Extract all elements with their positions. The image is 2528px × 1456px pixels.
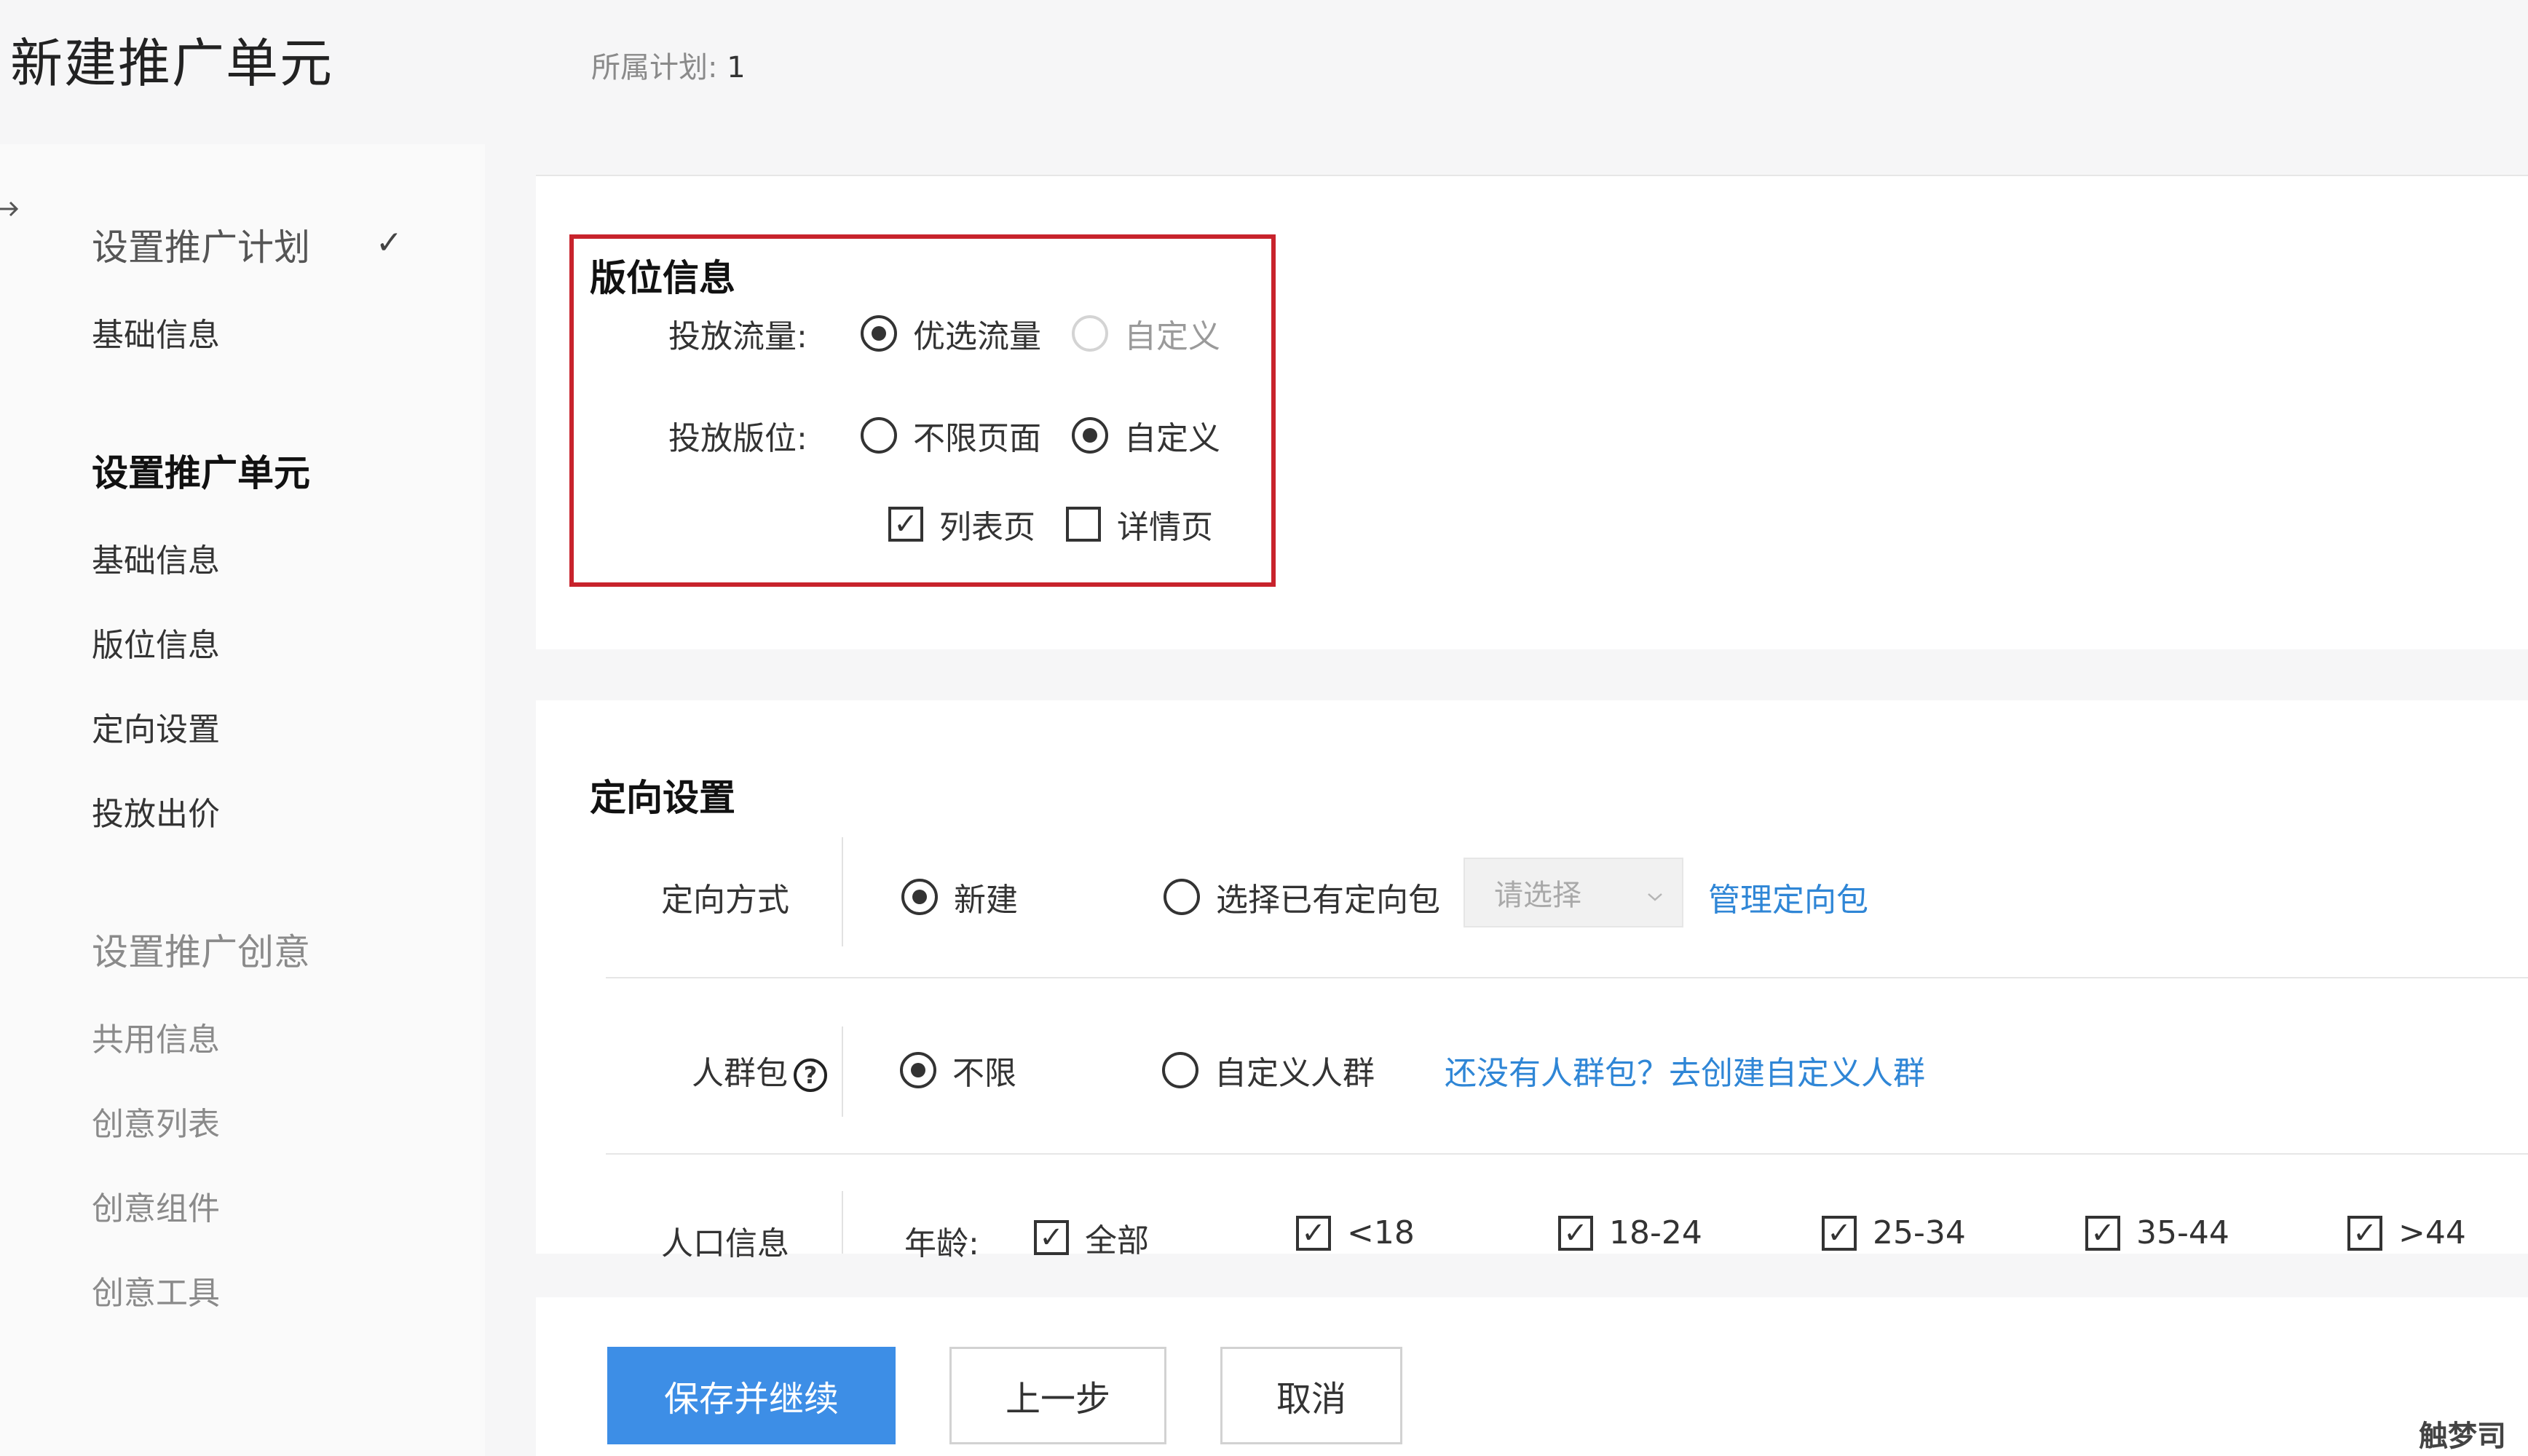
age-checkbox-under-18[interactable]: ✓ <18 — [1296, 1214, 1415, 1251]
checkbox-label: >44 — [2398, 1214, 2466, 1251]
divider — [606, 977, 2528, 978]
radio-icon[interactable] — [861, 417, 897, 454]
checkbox-label: 18-24 — [1609, 1214, 1702, 1251]
plan-info: 所属计划: 1 — [591, 44, 746, 86]
age-checkbox-18-24[interactable]: ✓ 18-24 — [1558, 1214, 1702, 1251]
arrow-right-icon — [0, 197, 19, 226]
radio-icon[interactable] — [1072, 315, 1108, 352]
traffic-label: 投放流量: — [668, 318, 807, 355]
sidebar-item-unit-basic-info[interactable]: 基础信息 — [92, 534, 220, 581]
checkbox-label: 25-34 — [1873, 1214, 1966, 1251]
page-checkbox-list[interactable]: ✓ 列表页 — [888, 501, 1035, 547]
checkbox-label: 列表页 — [939, 509, 1035, 546]
sidebar-step-plan[interactable]: 设置推广计划 — [92, 218, 310, 271]
sidebar-step-creative[interactable]: 设置推广创意 — [92, 923, 310, 976]
create-audience-link[interactable]: 还没有人群包？去创建自定义人群 — [1445, 1047, 1925, 1093]
previous-step-button[interactable]: 上一步 — [949, 1347, 1166, 1444]
option-label: 选择已有定向包 — [1216, 882, 1440, 919]
sidebar-item-bidding[interactable]: 投放出价 — [92, 788, 220, 834]
audience-label: 人群包 — [692, 1055, 788, 1092]
plan-label: 所属计划: — [591, 51, 718, 84]
targeting-method-label: 定向方式 — [661, 882, 789, 919]
option-label: 优选流量 — [913, 318, 1041, 355]
targeting-option-existing[interactable]: 选择已有定向包 — [1164, 874, 1440, 920]
check-icon: ✓ — [376, 224, 403, 261]
divider — [842, 1191, 843, 1254]
divider — [842, 1026, 843, 1117]
sidebar-step-unit[interactable]: 设置推广单元 — [92, 444, 310, 496]
step-sidebar: 设置推广计划 ✓ 基础信息 设置推广单元 基础信息 版位信息 定向设置 投放出价… — [0, 144, 485, 1456]
checkbox-checked-icon[interactable]: ✓ — [1822, 1215, 1857, 1251]
checkbox-checked-icon[interactable]: ✓ — [1296, 1215, 1331, 1251]
sidebar-item-creative-tools[interactable]: 创意工具 — [92, 1267, 220, 1313]
sidebar-item-plan-basic-info[interactable]: 基础信息 — [92, 309, 220, 355]
checkbox-checked-icon[interactable]: ✓ — [2085, 1215, 2120, 1251]
radio-icon[interactable] — [861, 315, 897, 352]
sidebar-item-shared-info[interactable]: 共用信息 — [92, 1013, 220, 1060]
audience-option-custom[interactable]: 自定义人群 — [1162, 1047, 1375, 1093]
age-checkbox-all[interactable]: ✓ 全部 — [1034, 1214, 1149, 1261]
position-option-unlimited[interactable]: 不限页面 — [861, 412, 1041, 459]
chevron-down-icon — [1647, 876, 1663, 909]
audience-label-group: 人群包? — [692, 1047, 827, 1093]
checkbox-label: 详情页 — [1117, 509, 1213, 546]
option-label: 自定义 — [1124, 420, 1220, 457]
targeting-option-new[interactable]: 新建 — [901, 874, 1018, 920]
checkbox-icon[interactable] — [1066, 507, 1101, 542]
position-label: 投放版位: — [668, 420, 807, 457]
select-placeholder: 请选择 — [1494, 879, 1581, 912]
age-checkbox-35-44[interactable]: ✓ 35-44 — [2085, 1214, 2229, 1251]
page-title: 新建推广单元 — [10, 33, 334, 94]
save-continue-button[interactable]: 保存并继续 — [607, 1347, 896, 1444]
question-circle-icon[interactable]: ? — [794, 1059, 827, 1092]
placement-title: 版位信息 — [590, 257, 735, 299]
radio-icon[interactable] — [901, 879, 938, 915]
cancel-button[interactable]: 取消 — [1220, 1347, 1402, 1444]
age-checkbox-over-44[interactable]: ✓ >44 — [2347, 1214, 2466, 1251]
audience-option-unlimited[interactable]: 不限 — [900, 1047, 1016, 1093]
position-option-custom[interactable]: 自定义 — [1072, 412, 1220, 459]
sidebar-item-creative-components[interactable]: 创意组件 — [92, 1182, 220, 1229]
checkbox-checked-icon[interactable]: ✓ — [1558, 1215, 1593, 1251]
watermark-logo: 触梦司 — [2419, 1420, 2506, 1453]
option-label: 不限 — [952, 1055, 1016, 1092]
option-label: 不限页面 — [913, 420, 1041, 457]
sidebar-item-targeting[interactable]: 定向设置 — [92, 703, 220, 750]
option-label: 自定义人群 — [1214, 1055, 1375, 1092]
checkbox-checked-icon[interactable]: ✓ — [1034, 1220, 1069, 1255]
divider — [606, 1153, 2528, 1155]
checkbox-label: 35-44 — [2136, 1214, 2229, 1251]
manage-targeting-link[interactable]: 管理定向包 — [1708, 874, 1868, 920]
radio-icon[interactable] — [900, 1052, 936, 1088]
radio-icon[interactable] — [1164, 879, 1200, 915]
radio-icon[interactable] — [1072, 417, 1108, 454]
radio-icon[interactable] — [1162, 1052, 1198, 1088]
page-checkbox-detail[interactable]: 详情页 — [1066, 501, 1213, 547]
age-checkbox-25-34[interactable]: ✓ 25-34 — [1822, 1214, 1966, 1251]
traffic-option-custom[interactable]: 自定义 — [1072, 310, 1220, 357]
targeting-title: 定向设置 — [590, 777, 735, 819]
plan-value: 1 — [727, 51, 746, 84]
option-label: 自定义 — [1124, 318, 1220, 355]
targeting-package-select[interactable]: 请选择 — [1464, 858, 1683, 927]
option-label: 新建 — [954, 882, 1018, 919]
traffic-option-preferred[interactable]: 优选流量 — [861, 310, 1041, 357]
checkbox-checked-icon[interactable]: ✓ — [2347, 1215, 2382, 1251]
checkbox-label: 全部 — [1085, 1222, 1149, 1259]
age-label: 年龄: — [904, 1225, 979, 1262]
checkbox-checked-icon[interactable]: ✓ — [888, 507, 923, 542]
divider — [842, 837, 843, 946]
checkbox-label: <18 — [1347, 1214, 1415, 1251]
demographics-label: 人口信息 — [661, 1225, 789, 1262]
sidebar-item-creative-list[interactable]: 创意列表 — [92, 1098, 220, 1144]
sidebar-item-placement-info[interactable]: 版位信息 — [92, 619, 220, 665]
